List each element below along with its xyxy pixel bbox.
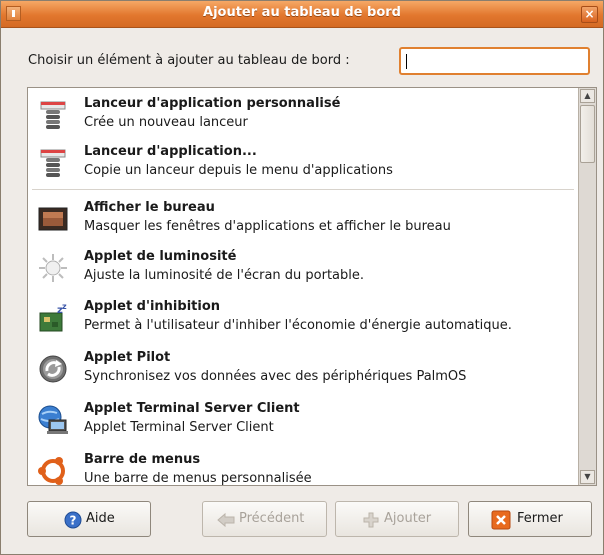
list-item-name: Applet Pilot <box>84 350 171 365</box>
list-item-description: Crée un nouveau lanceur <box>84 115 248 130</box>
help-button[interactable]: ? Aide <box>27 501 151 537</box>
add-to-panel-dialog: Ajouter au tableau de bord × Choisir un … <box>0 0 604 555</box>
brightness-icon <box>39 254 67 282</box>
previous-button[interactable]: Précédent <box>202 501 327 537</box>
plus-icon <box>363 512 379 528</box>
scrollbar-thumb[interactable] <box>580 105 595 163</box>
list-item-description: Synchronisez vos données avec des périph… <box>84 369 467 384</box>
list-item-description: Applet Terminal Server Client <box>84 420 274 435</box>
scroll-down-arrow-icon[interactable]: ▼ <box>580 470 595 484</box>
list-item-inhibit-applet[interactable]: z z Applet d'inhibition Permet à l'utili… <box>28 293 578 343</box>
list-item-brightness-applet[interactable]: Applet de luminosité Ajuste la luminosit… <box>28 243 578 293</box>
list-item-description: Une barre de menus personnalisée <box>84 471 312 486</box>
list-item-description: Ajuste la luminosité de l'écran du porta… <box>84 268 365 283</box>
choose-item-label: Choisir un élément à ajouter au tableau … <box>28 53 350 68</box>
list-item-app-launcher[interactable]: Lanceur d'application... Copie un lanceu… <box>28 138 578 188</box>
list-item-name: Lanceur d'application... <box>84 144 257 159</box>
list-item-description: Copie un lanceur depuis le menu d'applic… <box>84 163 393 178</box>
close-button[interactable]: Fermer <box>468 501 592 537</box>
list-item-terminal-server-client[interactable]: Applet Terminal Server Client Applet Ter… <box>28 395 578 445</box>
list-item-description: Masquer les fenêtres d'applications et a… <box>84 219 451 234</box>
list-item-name: Applet de luminosité <box>84 249 237 264</box>
launcher-icon <box>40 149 66 177</box>
title-bar[interactable]: Ajouter au tableau de bord × <box>1 1 603 28</box>
list-item-name: Lanceur d'application personnalisé <box>84 96 341 111</box>
list-item-custom-launcher[interactable]: Lanceur d'application personnalisé Crée … <box>28 90 578 140</box>
list-scrollbar[interactable]: ▲ ▼ <box>578 88 596 485</box>
item-list[interactable]: Lanceur d'application personnalisé Crée … <box>27 87 597 486</box>
list-separator <box>32 189 574 190</box>
list-item-menu-bar[interactable]: Barre de menus Une barre de menus person… <box>28 446 578 486</box>
text-caret <box>406 54 407 69</box>
list-item-description: Permet à l'utilisateur d'inhiber l'écono… <box>84 318 512 333</box>
launcher-icon <box>40 101 66 129</box>
help-icon: ? <box>64 511 82 529</box>
search-input[interactable] <box>399 47 590 75</box>
list-item-name: Applet Terminal Server Client <box>84 401 300 416</box>
add-button-label: Ajouter <box>384 511 432 526</box>
list-item-name: Afficher le bureau <box>84 200 215 215</box>
close-icon <box>491 510 511 530</box>
terminal-server-icon <box>38 405 68 434</box>
add-button[interactable]: Ajouter <box>335 501 459 537</box>
svg-text:?: ? <box>70 514 77 528</box>
pilot-icon <box>39 355 67 383</box>
window-close-button[interactable]: × <box>581 6 598 23</box>
help-button-label: Aide <box>86 511 115 526</box>
list-item-show-desktop[interactable]: Afficher le bureau Masquer les fenêtres … <box>28 194 578 244</box>
list-item-name: Barre de menus <box>84 452 201 467</box>
list-item-pilot-applet[interactable]: Applet Pilot Synchronisez vos données av… <box>28 344 578 394</box>
list-item-name: Applet d'inhibition <box>84 299 221 314</box>
window-title: Ajouter au tableau de bord <box>203 5 401 20</box>
scroll-up-arrow-icon[interactable]: ▲ <box>580 89 595 103</box>
ubuntu-menu-icon <box>38 457 65 485</box>
inhibit-icon: z z <box>39 302 67 332</box>
close-button-label: Fermer <box>517 511 563 526</box>
svg-text:z: z <box>62 302 67 311</box>
previous-button-label: Précédent <box>239 511 305 526</box>
arrow-left-icon <box>217 512 235 528</box>
desktop-icon <box>38 207 68 231</box>
